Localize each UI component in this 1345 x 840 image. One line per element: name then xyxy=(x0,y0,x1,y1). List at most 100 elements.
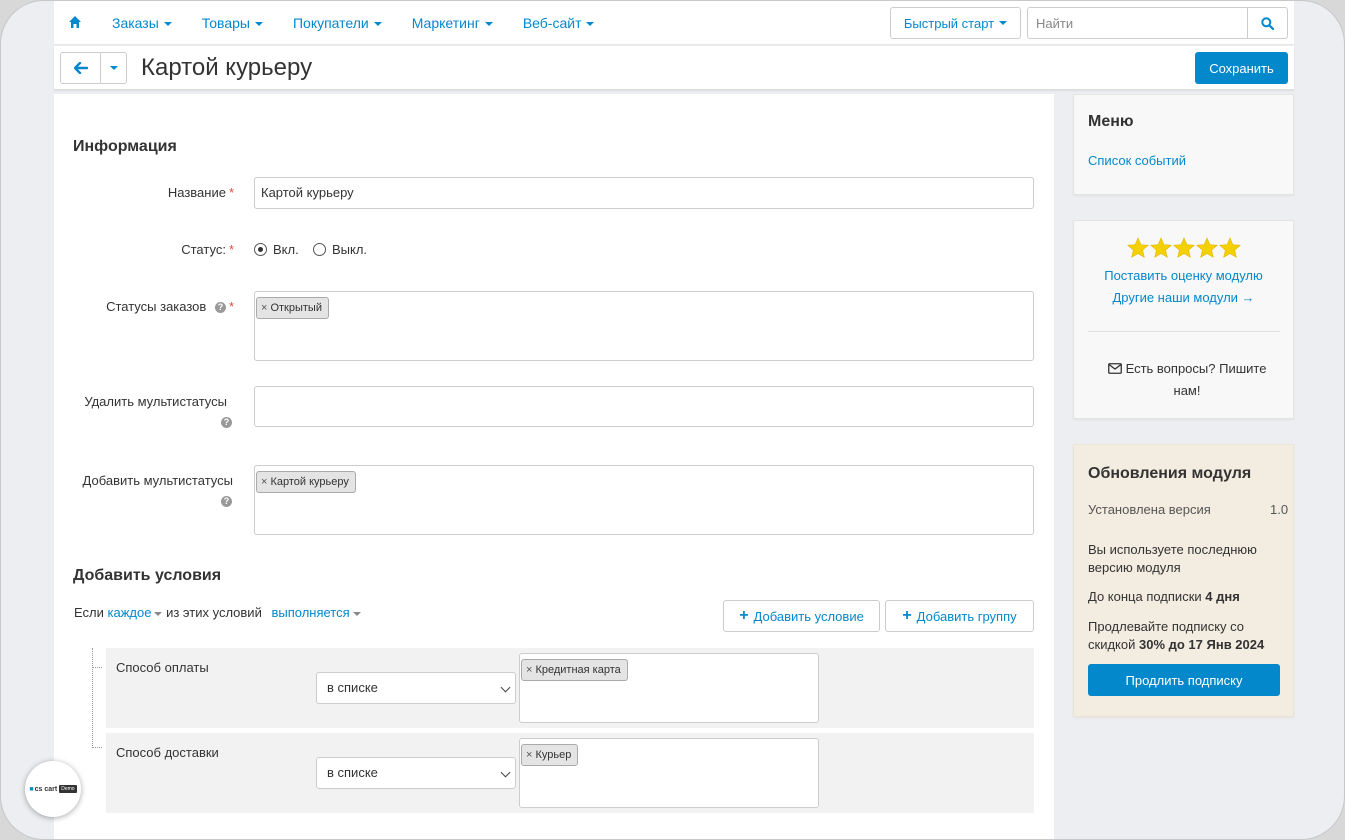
back-button-group xyxy=(60,52,127,84)
condition-value-multiselect[interactable]: × Кредитная карта xyxy=(519,653,819,723)
title-bar: Картой курьеру Сохранить xyxy=(54,46,1294,90)
sidebar-menu-box: Меню Список событий xyxy=(1073,94,1294,195)
caret-down-icon xyxy=(109,66,118,70)
remove-tag-icon[interactable]: × xyxy=(526,749,532,761)
fulfilled-dropdown[interactable]: выполняется xyxy=(271,605,361,620)
order-statuses-label: Статусы заказов ? * xyxy=(106,299,234,314)
sidebar-rating-box: Поставить оценку модулю Другие наши моду… xyxy=(1073,220,1294,419)
questions-text[interactable]: Есть вопросы? Пишите нам! xyxy=(1102,358,1272,402)
condition-logic: Если каждое из этих условий выполняется xyxy=(74,605,361,620)
tag-chip[interactable]: × Кредитная карта xyxy=(521,659,628,681)
tree-line xyxy=(92,648,93,748)
sidebar-updates-box: Обновления модуля Установлена версия 1.0… xyxy=(1073,444,1294,717)
status-label: Статус: * xyxy=(181,242,234,257)
help-icon[interactable]: ? xyxy=(214,302,226,314)
menu-item-website[interactable]: Веб-сайт xyxy=(523,15,595,31)
page-title: Картой курьеру xyxy=(141,54,313,81)
caret-down-icon xyxy=(373,22,382,27)
help-icon[interactable]: ? xyxy=(221,417,232,428)
each-dropdown[interactable]: каждое xyxy=(108,605,163,620)
search-box xyxy=(1027,7,1288,39)
menu-item-customers[interactable]: Покупатели xyxy=(293,15,382,31)
add-multistatus-multiselect[interactable]: × Картой курьеру xyxy=(254,465,1034,535)
add-condition-button[interactable]: + Добавить условие xyxy=(723,600,880,632)
caret-down-icon xyxy=(586,22,595,27)
condition-name: Способ оплаты xyxy=(116,660,209,675)
star-icon[interactable] xyxy=(1218,237,1242,259)
main-content: Информация Название * Картой курьеру Стат… xyxy=(54,94,1054,839)
add-group-button[interactable]: + Добавить группу xyxy=(885,600,1034,632)
help-icon[interactable]: ? xyxy=(221,496,232,507)
operator-select[interactable]: в списке xyxy=(316,757,516,789)
tag-chip[interactable]: × Картой курьеру xyxy=(256,471,356,493)
menu-item-products[interactable]: Товары xyxy=(202,15,263,31)
section-title-conditions: Добавить условия xyxy=(73,567,222,584)
caret-down-icon xyxy=(352,611,361,616)
top-navigation: Заказы Товары Покупатели Маркетинг Веб-с… xyxy=(54,1,1294,45)
star-icon[interactable] xyxy=(1195,237,1219,259)
plus-icon: + xyxy=(739,607,749,624)
tag-chip[interactable]: × Курьер xyxy=(521,744,579,766)
cart-icon: ■ xyxy=(29,785,34,793)
section-title-info: Информация xyxy=(73,138,177,155)
installed-version-value: 1.0 xyxy=(1270,502,1289,517)
status-on-radio[interactable]: Вкл. xyxy=(254,242,299,257)
search-icon xyxy=(1261,16,1274,30)
caret-down-icon xyxy=(484,22,493,27)
updates-title: Обновления модуля xyxy=(1088,465,1252,482)
browser-frame: Заказы Товары Покупатели Маркетинг Веб-с… xyxy=(0,0,1345,840)
main-menu: Заказы Товары Покупатели Маркетинг Веб-с… xyxy=(112,1,624,45)
home-icon[interactable] xyxy=(68,15,82,29)
condition-value-multiselect[interactable]: × Курьер xyxy=(519,738,819,808)
tag-chip[interactable]: × Открытый xyxy=(256,297,329,319)
remove-tag-icon[interactable]: × xyxy=(526,664,532,676)
search-input[interactable] xyxy=(1028,8,1248,38)
star-icon[interactable] xyxy=(1172,237,1196,259)
cscart-logo: ■ cs cart Demo xyxy=(25,761,81,817)
tree-line xyxy=(92,747,102,748)
remove-multistatus-multiselect[interactable] xyxy=(254,386,1034,427)
tree-line xyxy=(92,667,102,668)
installed-version-label: Установлена версия xyxy=(1088,502,1211,517)
caret-down-icon xyxy=(154,611,163,616)
star-icon[interactable] xyxy=(1126,237,1150,259)
latest-version-text: Вы используете последнюю версию модуля xyxy=(1088,542,1257,575)
sidebar-menu-title: Меню xyxy=(1088,113,1134,130)
operator-select[interactable]: в списке xyxy=(316,672,516,704)
condition-name: Способ доставки xyxy=(116,745,219,760)
divider xyxy=(1088,331,1280,332)
menu-item-marketing[interactable]: Маркетинг xyxy=(412,15,493,31)
quick-start-button[interactable]: Быстрый старт xyxy=(890,7,1021,39)
renew-text: Продлевайте подписку со скидкой 30% до 1… xyxy=(1088,619,1265,652)
name-input[interactable]: Картой курьеру xyxy=(254,177,1034,209)
remove-tag-icon[interactable]: × xyxy=(261,476,267,488)
condition-row: Способ доставки в списке × Курьер xyxy=(106,733,1034,813)
remove-multistatus-label: Удалить мультистатусы xyxy=(84,394,227,409)
subscription-end-text: До конца подписки 4 дня xyxy=(1088,589,1240,604)
caret-down-icon xyxy=(254,22,263,27)
chevron-down-icon xyxy=(500,767,511,778)
rating-stars[interactable] xyxy=(1126,237,1241,259)
plus-icon: + xyxy=(902,607,912,624)
caret-down-icon xyxy=(999,21,1008,25)
caret-down-icon xyxy=(163,22,172,27)
name-label: Название * xyxy=(167,185,234,200)
back-dropdown-button[interactable] xyxy=(101,53,126,83)
save-button[interactable]: Сохранить xyxy=(1195,52,1288,84)
order-statuses-multiselect[interactable]: × Открытый xyxy=(254,291,1034,361)
search-button[interactable] xyxy=(1247,8,1287,38)
envelope-icon xyxy=(1107,363,1122,374)
events-list-link[interactable]: Список событий xyxy=(1088,153,1186,168)
other-modules-link[interactable]: Другие наши модули → xyxy=(1074,290,1293,305)
back-button[interactable] xyxy=(61,53,101,83)
rate-module-link[interactable]: Поставить оценку модулю xyxy=(1074,268,1293,283)
menu-item-orders[interactable]: Заказы xyxy=(112,15,172,31)
remove-tag-icon[interactable]: × xyxy=(261,302,267,314)
arrow-left-icon xyxy=(73,62,88,74)
condition-row: Способ оплаты в списке × Кредитная карта xyxy=(106,648,1034,728)
chevron-down-icon xyxy=(500,682,511,693)
status-off-radio[interactable]: Выкл. xyxy=(313,242,367,257)
star-icon[interactable] xyxy=(1149,237,1173,259)
add-multistatus-label: Добавить мультистатусы xyxy=(82,473,233,488)
renew-subscription-button[interactable]: Продлить подписку xyxy=(1088,664,1280,696)
